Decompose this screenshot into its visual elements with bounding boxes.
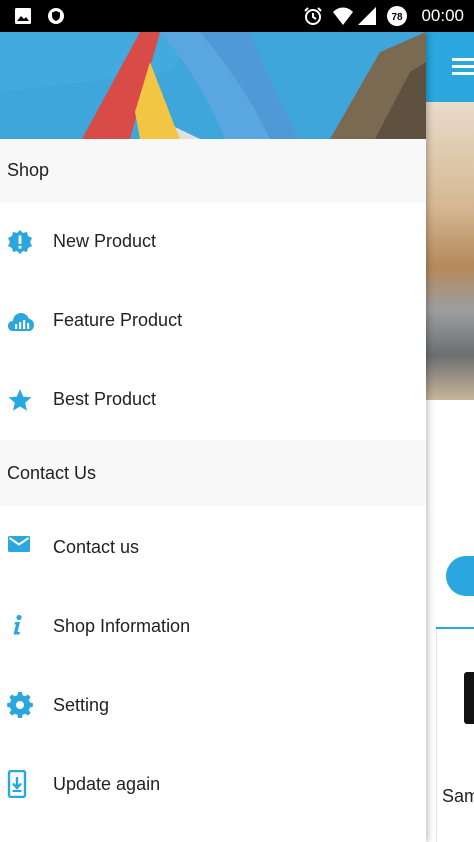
menu-item-label: Best Product — [53, 389, 157, 409]
gear-icon — [7, 692, 33, 718]
app-toolbar — [426, 32, 474, 102]
wifi-icon — [333, 7, 353, 25]
mail-icon — [8, 536, 30, 552]
menu-item-shop-information[interactable]: Shop Information — [0, 585, 426, 664]
menu-item-label: New Product — [53, 231, 157, 251]
section-title: Contact Us — [7, 463, 97, 483]
background-app: Sam — [426, 32, 474, 842]
menu-item-new-product[interactable]: New Product — [0, 203, 426, 282]
product-image — [464, 672, 474, 724]
cloud-chart-icon — [8, 313, 34, 331]
menu-item-update-again[interactable]: Update again — [0, 743, 426, 822]
alert-badge-icon — [8, 230, 32, 254]
alarm-icon — [304, 7, 322, 25]
menu-item-contact-us[interactable]: Contact us — [0, 506, 426, 585]
product-title: Sam — [442, 786, 474, 806]
image-icon — [15, 8, 31, 24]
menu-icon[interactable] — [452, 58, 474, 76]
menu-item-label: Update again — [53, 774, 161, 794]
menu-item-feature-product[interactable]: Feature Product — [0, 282, 426, 361]
battery-icon: 78 — [387, 6, 407, 26]
status-bar: 78 00:00 — [0, 0, 474, 32]
menu-item-label: Contact us — [53, 537, 140, 557]
menu-item-setting[interactable]: Setting — [0, 664, 426, 743]
banner-photo — [426, 102, 474, 400]
section-header-shop: Shop — [0, 139, 426, 203]
menu-item-best-product[interactable]: Best Product — [0, 361, 426, 440]
menu-item-label: Setting — [53, 695, 110, 715]
section-header-contact: Contact Us — [0, 440, 426, 506]
info-icon — [13, 614, 22, 635]
battery-level: 78 — [391, 12, 403, 23]
clock: 00:00 — [421, 6, 464, 25]
menu-item-label: Feature Product — [53, 310, 183, 330]
signal-icon — [358, 7, 376, 25]
product-card[interactable] — [436, 629, 474, 842]
drawer-header-image — [0, 32, 426, 139]
menu-item-label: Shop Information — [53, 616, 191, 636]
phone-download-icon — [7, 770, 27, 798]
section-title: Shop — [7, 160, 50, 180]
star-icon — [8, 389, 32, 411]
header-artwork — [0, 32, 426, 139]
vpn-shield-icon — [48, 8, 64, 24]
navigation-drawer: Shop New Product Feature Product Best Pr… — [0, 32, 426, 842]
